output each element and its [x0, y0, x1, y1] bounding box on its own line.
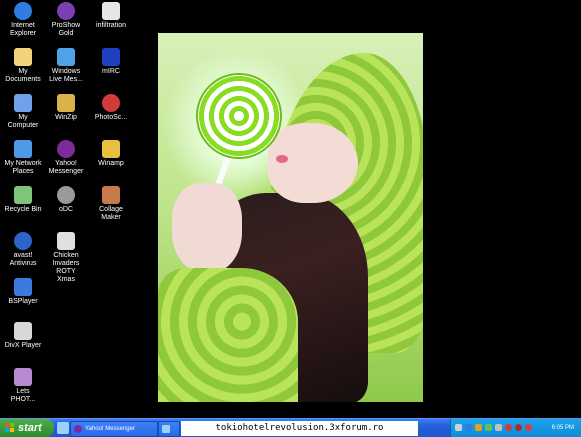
- volume-icon[interactable]: [455, 424, 462, 431]
- watermark-text: tokiohotelrevolusion.3xforum.ro: [181, 421, 418, 436]
- desktop-icon-label: Windows Live Mes...: [49, 68, 83, 83]
- desktop-icon-label: Lets PHOT...: [10, 388, 36, 403]
- internet-explorer-icon: [14, 2, 32, 20]
- divx-player-icon: [14, 322, 32, 340]
- avast-antivirus-icon: [14, 232, 32, 250]
- update-icon[interactable]: [495, 424, 502, 431]
- network-icon: [14, 140, 32, 158]
- recycle-bin-icon: [14, 186, 32, 204]
- winamp-icon: [102, 140, 120, 158]
- desktop: Internet Explorer My Documents My Comput…: [0, 0, 581, 418]
- desktop-icon-label: My Documents: [5, 68, 41, 83]
- desktop-icon-proshow-gold[interactable]: ProShow Gold: [43, 2, 89, 38]
- wallpaper-sleeve: [158, 268, 298, 402]
- desktop-icon-my-computer[interactable]: My Computer: [0, 94, 46, 130]
- messenger-icon[interactable]: [485, 424, 492, 431]
- desktop-icon-recycle-bin[interactable]: Recycle Bin: [0, 186, 46, 214]
- desktop-icon-my-network-places[interactable]: My Network Places: [0, 140, 46, 176]
- desktop-icon-internet-explorer[interactable]: Internet Explorer: [0, 2, 46, 38]
- alert-icon[interactable]: [525, 424, 532, 431]
- lets-photo-icon: [14, 368, 32, 386]
- security-icon[interactable]: [505, 424, 512, 431]
- desktop-icon-winamp[interactable]: Winamp: [88, 140, 134, 168]
- desktop-icon-label: avast! Antivirus: [9, 252, 37, 267]
- desktop-icon-label: My Computer: [7, 114, 39, 129]
- show-desktop-icon[interactable]: [57, 422, 69, 434]
- desktop-icon-my-documents[interactable]: My Documents: [0, 48, 46, 84]
- network-icon[interactable]: [465, 424, 472, 431]
- desktop-icon-label: oDC: [58, 206, 73, 213]
- windows-live-messenger-icon: [57, 48, 75, 66]
- wallpaper-photo: [158, 33, 423, 402]
- desktop-icon-label: mIRC: [102, 68, 120, 75]
- antivirus-icon[interactable]: [475, 424, 482, 431]
- desktop-icon-label: BSPlayer: [8, 298, 38, 305]
- taskbar-button-window[interactable]: [158, 421, 180, 437]
- start-label: start: [18, 422, 42, 434]
- desktop-icon-lets-photo[interactable]: Lets PHOT...: [0, 368, 46, 404]
- desktop-icon-mirc[interactable]: mIRC: [88, 48, 134, 76]
- desktop-icon-label: Chicken Invaders ROTY Xmas: [52, 252, 80, 283]
- wallpaper-lips: [276, 155, 288, 163]
- desktop-icon-label: My Network Places: [4, 160, 42, 175]
- start-button[interactable]: start: [0, 419, 54, 437]
- desktop-icon-divx-player[interactable]: DivX Player: [0, 322, 46, 350]
- chicken-invaders-icon: [57, 232, 75, 250]
- window-icon: [162, 425, 170, 433]
- desktop-icon-label: infiltration: [96, 22, 126, 29]
- computer-icon: [14, 94, 32, 112]
- desktop-icon-collage-maker[interactable]: Collage Maker: [88, 186, 134, 222]
- yahoo-messenger-icon: [74, 425, 82, 433]
- system-tray: 6:05 PM: [450, 419, 581, 437]
- desktop-icon-chicken-invaders[interactable]: Chicken Invaders ROTY Xmas: [43, 232, 89, 284]
- shield-icon[interactable]: [515, 424, 522, 431]
- desktop-icon-avast-antivirus[interactable]: avast! Antivirus: [0, 232, 46, 268]
- desktop-icon-label: Winamp: [98, 160, 124, 167]
- mirc-icon: [102, 48, 120, 66]
- desktop-icon-bsplayer[interactable]: BSPlayer: [0, 278, 46, 306]
- desktop-icon-windows-live-messenger[interactable]: Windows Live Mes...: [43, 48, 89, 84]
- desktop-icon-yahoo-messenger[interactable]: Yahoo! Messenger: [43, 140, 89, 176]
- desktop-icon-label: DivX Player: [4, 342, 42, 349]
- quick-launch: [57, 422, 69, 434]
- bsplayer-icon: [14, 278, 32, 296]
- taskbar-button-label: Yahoo! Messenger: [85, 426, 135, 432]
- desktop-icon-label: ProShow Gold: [51, 22, 81, 37]
- wallpaper-hand: [172, 183, 242, 273]
- desktop-icon-label: PhotoSc...: [94, 114, 128, 121]
- windows-flag-icon: [5, 423, 15, 433]
- yahoo-messenger-icon: [57, 140, 75, 158]
- wallpaper-lollipop: [196, 73, 282, 159]
- taskbar-button-yahoo-messenger[interactable]: Yahoo! Messenger: [70, 421, 158, 437]
- folder-icon: [14, 48, 32, 66]
- clock[interactable]: 6:05 PM: [552, 419, 574, 437]
- desktop-icon-label: WinZip: [55, 114, 77, 121]
- wallpaper-face: [268, 123, 358, 203]
- desktop-icon-label: Internet Explorer: [9, 22, 37, 37]
- winzip-icon: [57, 94, 75, 112]
- desktop-icon-label: Recycle Bin: [4, 206, 42, 213]
- photoscape-icon: [102, 94, 120, 112]
- collage-maker-icon: [102, 186, 120, 204]
- desktop-icon-odc[interactable]: oDC: [43, 186, 89, 214]
- infiltration-icon: [102, 2, 120, 20]
- desktop-icon-infiltration[interactable]: infiltration: [88, 2, 134, 30]
- odc-icon: [57, 186, 75, 204]
- proshow-gold-icon: [57, 2, 75, 20]
- desktop-icon-winzip[interactable]: WinZip: [43, 94, 89, 122]
- desktop-icon-label: Yahoo! Messenger: [48, 160, 84, 175]
- desktop-icon-photoscape[interactable]: PhotoSc...: [88, 94, 134, 122]
- desktop-icon-label: Collage Maker: [99, 206, 123, 221]
